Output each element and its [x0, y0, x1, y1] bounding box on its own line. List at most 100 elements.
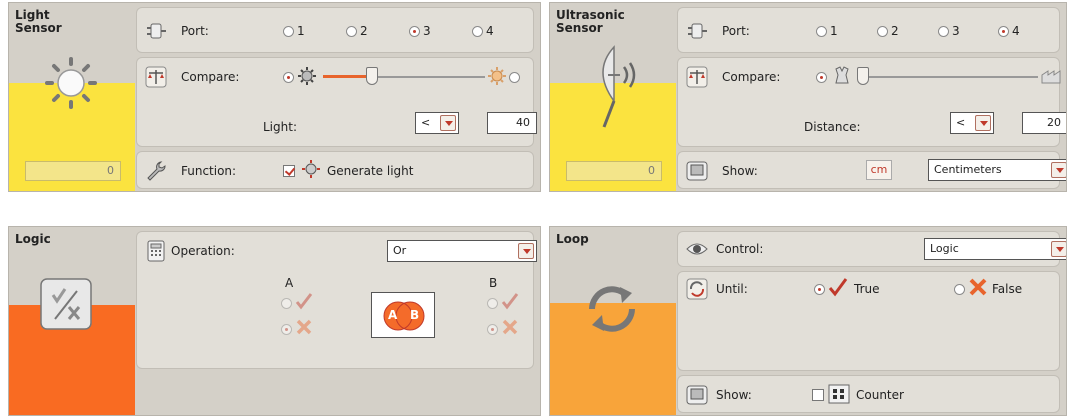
port-radio-2[interactable]: [346, 26, 357, 37]
operator-value: <: [421, 116, 431, 129]
port-section: Port: 1 2 3 4: [136, 7, 534, 53]
control-section: Control: Logic: [677, 231, 1066, 267]
sensor-readout: 0: [566, 161, 662, 181]
bright-icon: [488, 67, 506, 85]
operator-select[interactable]: <: [415, 112, 459, 134]
operation-select[interactable]: Or: [387, 240, 537, 262]
far-object-icon: [1041, 70, 1061, 84]
light-label: Light:: [263, 120, 297, 134]
unit-value: Centimeters: [934, 163, 1002, 176]
operator-value: <: [956, 116, 966, 129]
check-icon: [501, 293, 519, 310]
counter-icon: [828, 384, 850, 404]
logic-icon: [40, 278, 92, 330]
scale-icon: [145, 66, 167, 88]
until-label: Until:: [716, 282, 748, 296]
until-true-label: True: [854, 282, 880, 296]
compare-bright-radio[interactable]: [509, 72, 520, 83]
chevron-down-icon[interactable]: [1051, 241, 1066, 257]
chevron-down-icon[interactable]: [975, 115, 991, 131]
port-radio-1[interactable]: [816, 26, 827, 37]
cross-icon: [296, 319, 312, 335]
control-select[interactable]: Logic: [924, 238, 1066, 260]
chevron-down-icon[interactable]: [518, 243, 534, 259]
until-true-radio[interactable]: [814, 284, 825, 295]
until-section: Until: True False: [677, 271, 1060, 371]
port-radio-3[interactable]: [409, 26, 420, 37]
operation-section: Operation: Or A A B B: [136, 231, 537, 369]
calculator-icon: [147, 240, 165, 262]
show-label: Show:: [716, 388, 752, 402]
dark-icon: [298, 67, 316, 85]
compare-near-radio[interactable]: [816, 72, 827, 83]
counter-checkbox[interactable]: [812, 389, 824, 401]
loop-block: Loop: [550, 227, 676, 415]
scale-icon: [686, 66, 708, 88]
ultrasonic-sensor-panel: Ultrasonic Sensor 0 Port: 1 2 3 4 Compar…: [549, 2, 1067, 192]
cross-icon: [502, 319, 518, 335]
port-radio-3-label: 3: [952, 24, 960, 38]
logic-block: Logic: [9, 227, 135, 415]
port-label: Port:: [181, 24, 209, 38]
port-radio-4-label: 4: [1012, 24, 1020, 38]
lamp-icon: [302, 160, 320, 178]
loop-arrows-icon: [589, 286, 635, 332]
port-radio-2-label: 2: [360, 24, 368, 38]
near-object-icon: [835, 66, 849, 84]
port-radio-1-label: 1: [830, 24, 838, 38]
chevron-down-icon[interactable]: [440, 115, 456, 131]
venn-diagram: A B: [371, 292, 435, 338]
block-name: Light Sensor: [15, 9, 62, 35]
chevron-down-icon[interactable]: [1051, 162, 1066, 178]
check-icon: [295, 293, 313, 310]
generate-light-label: Generate light: [327, 164, 414, 178]
input-a-false-radio[interactable]: [281, 324, 292, 335]
compare-slider-knob[interactable]: [857, 67, 869, 85]
light-sensor-block: Light Sensor 0: [9, 3, 135, 191]
display-icon: [686, 385, 708, 405]
distance-label: Distance:: [804, 120, 861, 134]
block-name-line2: Sensor: [15, 21, 62, 35]
show-section: Show: cm Centimeters: [677, 151, 1066, 189]
port-section: Port: 1 2 3 4: [677, 7, 1060, 53]
wrench-icon: [147, 161, 166, 181]
operation-value: Or: [393, 244, 407, 257]
port-radio-2-label: 2: [891, 24, 899, 38]
port-radio-2[interactable]: [877, 26, 888, 37]
function-label: Function:: [181, 164, 237, 178]
threshold-input[interactable]: 20: [1022, 112, 1066, 134]
threshold-input[interactable]: 40: [487, 112, 537, 134]
generate-light-checkbox[interactable]: [283, 165, 295, 177]
port-radio-3[interactable]: [938, 26, 949, 37]
show-section: Show: Counter: [677, 375, 1060, 413]
port-radio-4[interactable]: [998, 26, 1009, 37]
unit-badge: cm: [866, 160, 892, 180]
venn-icon: [383, 301, 425, 331]
input-a-true-radio[interactable]: [281, 298, 292, 309]
ultrasonic-dish-icon: [602, 45, 636, 128]
block-name: Ultrasonic Sensor: [556, 9, 625, 35]
compare-slider-track: [858, 76, 1038, 78]
sensor-readout: 0: [25, 161, 121, 181]
until-false-label: False: [992, 282, 1023, 296]
compare-label: Compare:: [181, 70, 240, 84]
input-b-false-radio[interactable]: [487, 324, 498, 335]
compare-slider-fill: [323, 75, 372, 78]
until-false-radio[interactable]: [954, 284, 965, 295]
input-b-true-radio[interactable]: [487, 298, 498, 309]
port-radio-1[interactable]: [283, 26, 294, 37]
plug-icon: [688, 23, 707, 39]
compare-far-radio[interactable]: [1066, 72, 1067, 83]
compare-dark-radio[interactable]: [283, 72, 294, 83]
compare-label: Compare:: [722, 70, 781, 84]
block-name: Logic: [15, 232, 51, 246]
operator-select[interactable]: <: [950, 112, 994, 134]
compare-slider-knob[interactable]: [366, 67, 378, 85]
eye-icon: [686, 243, 708, 255]
port-radio-4-label: 4: [486, 24, 494, 38]
compare-section: Compare: Light: < 40: [136, 57, 537, 147]
unit-select[interactable]: Centimeters: [928, 159, 1066, 181]
port-radio-4[interactable]: [472, 26, 483, 37]
loop-panel: Loop Control: Logic Until: True False Sh…: [549, 226, 1067, 416]
ultrasonic-sensor-block: Ultrasonic Sensor 0: [550, 3, 676, 191]
